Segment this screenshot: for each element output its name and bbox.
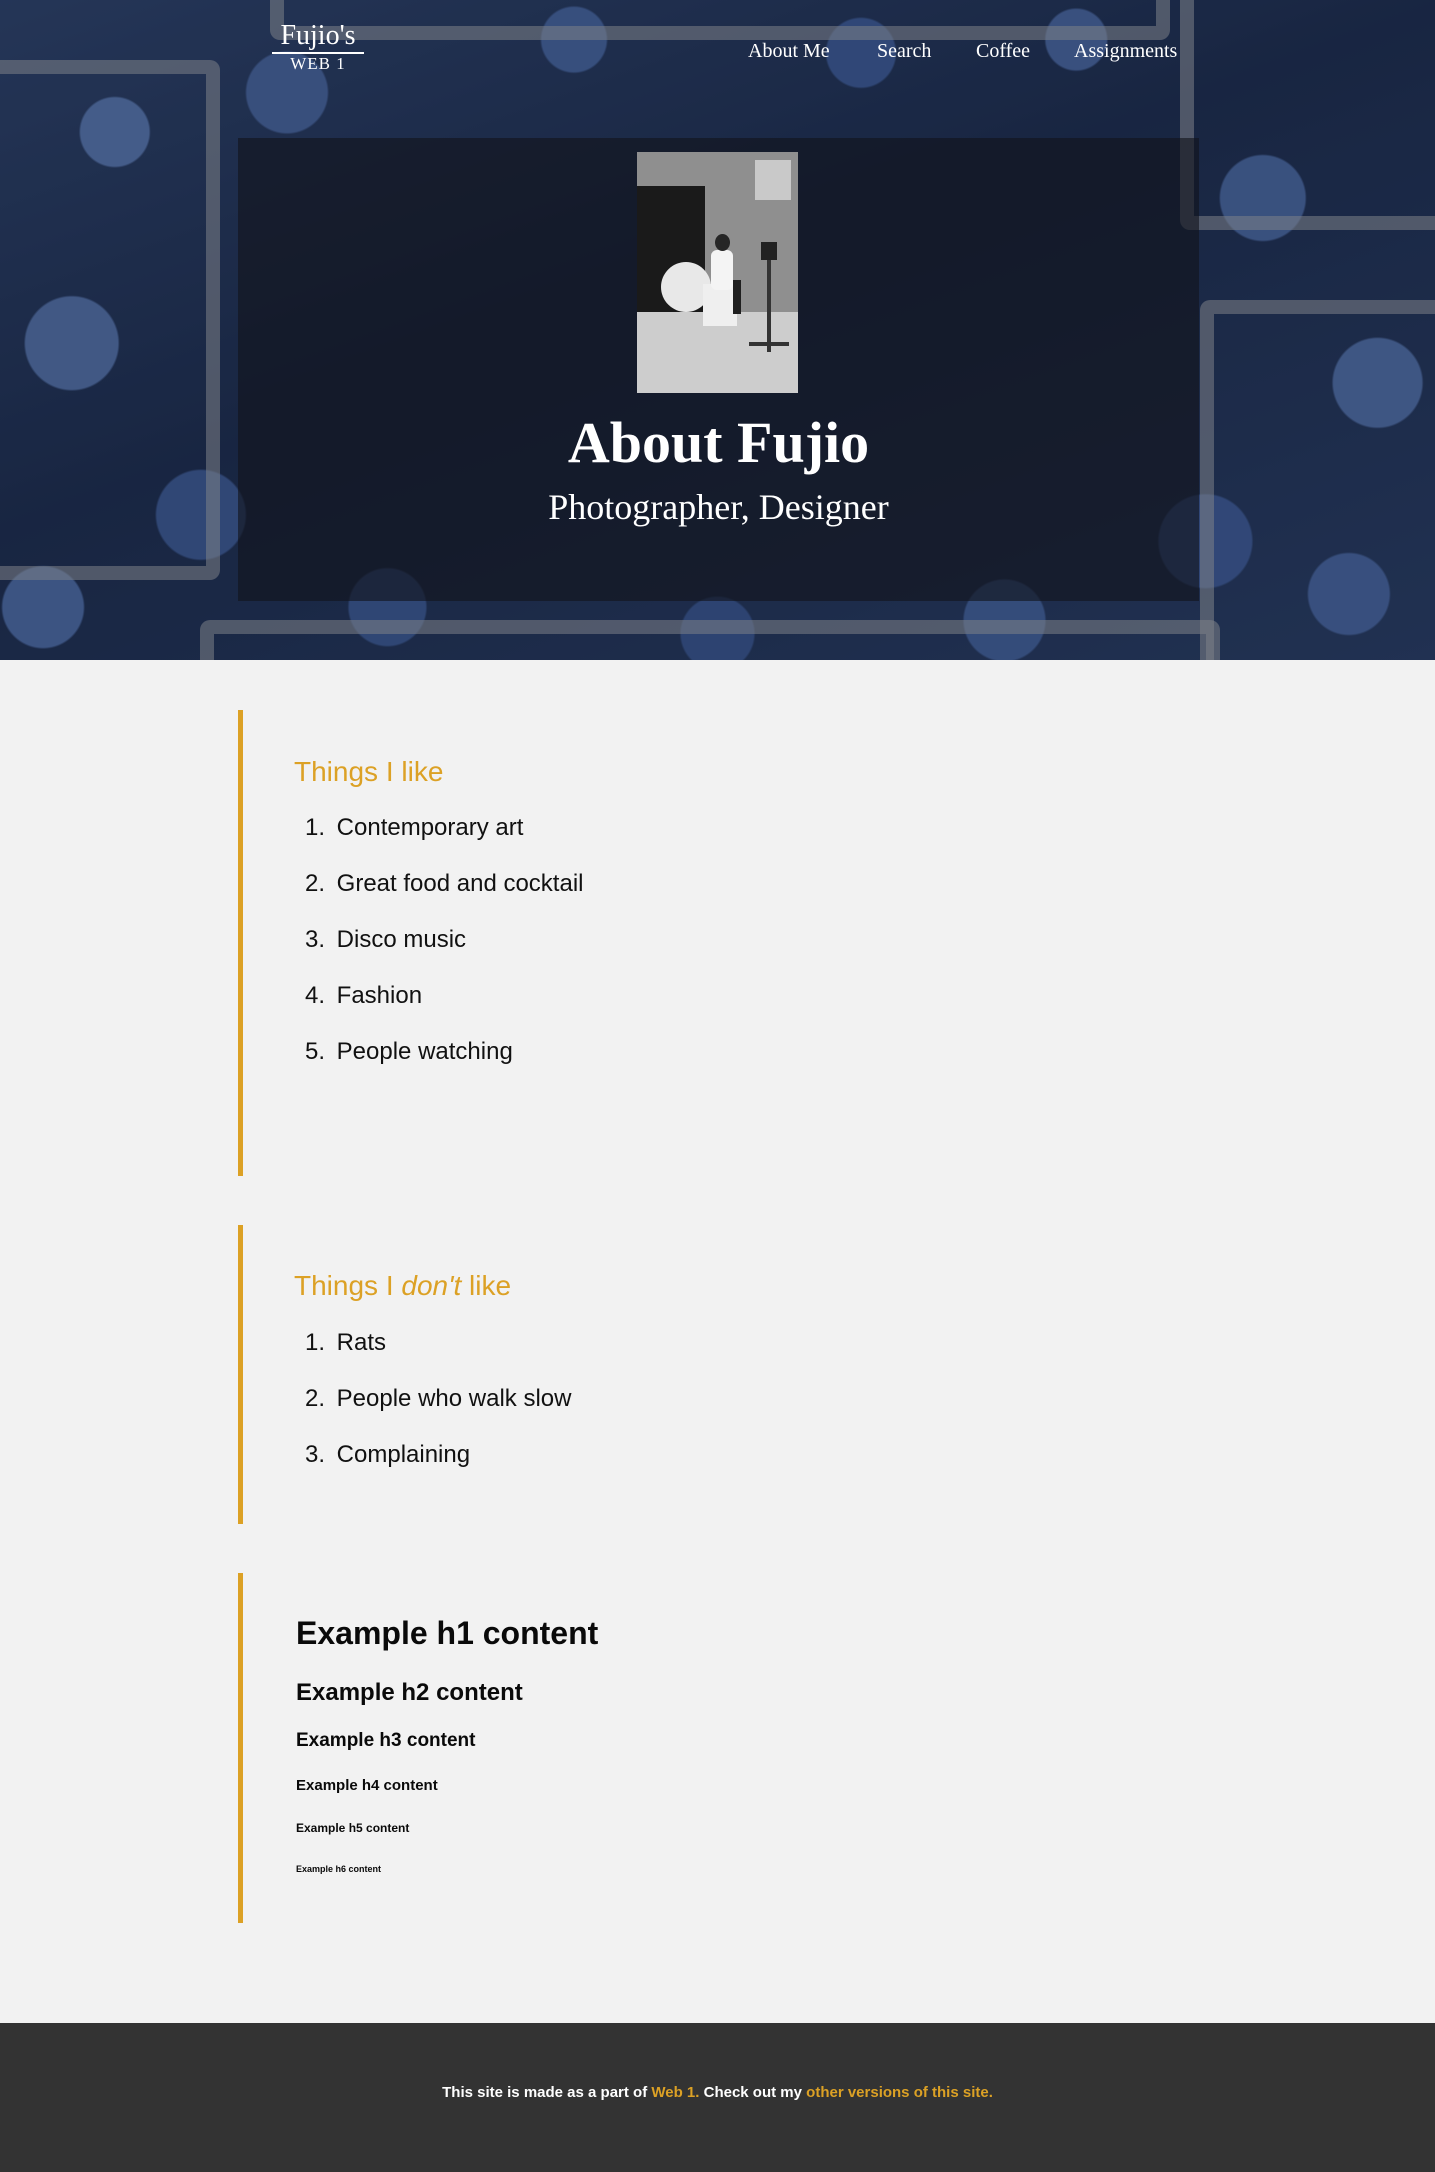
profile-photo xyxy=(637,152,798,393)
example-h4: Example h4 content xyxy=(296,1777,438,1794)
example-h3: Example h3 content xyxy=(296,1730,476,1751)
footer-text: This site is made as a part of Web 1. Ch… xyxy=(442,2084,993,2101)
example-headings-section: Example h1 content Example h2 content Ex… xyxy=(238,1573,1199,1923)
other-versions-link[interactable]: other versions of this site. xyxy=(806,2084,993,2101)
nav-link-coffee[interactable]: Coffee xyxy=(976,34,1030,68)
example-h6: Example h6 content xyxy=(296,1864,382,1874)
list-item: 1. Contemporary art xyxy=(305,814,524,841)
web1-link[interactable]: Web 1. xyxy=(651,2084,699,2101)
main-nav: About Me Search Coffee Assignments xyxy=(0,34,1435,68)
list-item: 2. People who walk slow xyxy=(305,1385,572,1412)
list-item: 1. Rats xyxy=(305,1329,387,1356)
dislikes-heading: Things I don't like xyxy=(294,1270,512,1301)
page-title: About Fujio xyxy=(567,410,870,475)
nav-link-search[interactable]: Search xyxy=(877,34,931,68)
list-item: 5. People watching xyxy=(305,1038,513,1065)
example-h5: Example h5 content xyxy=(296,1821,410,1835)
likes-list: 1. Contemporary art 2. Great food and co… xyxy=(305,810,583,1090)
site-footer: This site is made as a part of Web 1. Ch… xyxy=(0,2023,1435,2172)
likes-section: Things I like 1. Contemporary art 2. Gre… xyxy=(238,710,1199,1176)
dislikes-section: Things I don't like 1. Rats 2. People wh… xyxy=(238,1225,1199,1524)
page-subtitle: Photographer, Designer xyxy=(548,487,889,527)
likes-heading: Things I like xyxy=(294,756,444,787)
nav-link-assignments[interactable]: Assignments xyxy=(1074,34,1177,68)
list-item: 4. Fashion xyxy=(305,982,423,1009)
list-item: 3. Complaining xyxy=(305,1441,471,1468)
list-item: 2. Great food and cocktail xyxy=(305,870,584,897)
example-h1: Example h1 content xyxy=(296,1615,599,1651)
list-item: 3. Disco music xyxy=(305,926,467,953)
hero-panel: About Fujio Photographer, Designer xyxy=(238,138,1199,601)
nav-link-about-me[interactable]: About Me xyxy=(748,34,830,68)
example-h2: Example h2 content xyxy=(296,1679,523,1706)
hero-banner: Fujio's WEB 1 About Me Search Coffee Ass… xyxy=(0,0,1435,660)
dislikes-list: 1. Rats 2. People who walk slow 3. Compl… xyxy=(305,1325,571,1493)
